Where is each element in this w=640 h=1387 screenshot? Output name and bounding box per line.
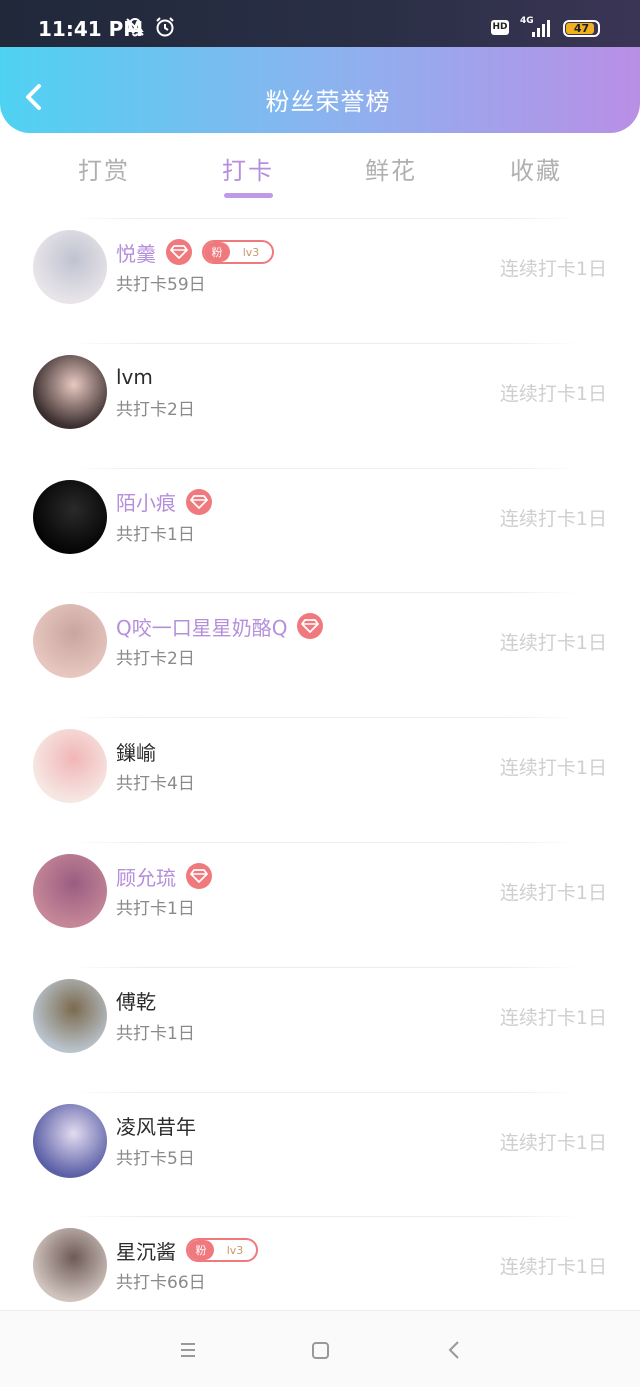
active-tab-indicator [224,193,273,198]
name-line: lvm [116,363,153,391]
fan-level-badge: 粉 lv3 [202,240,274,264]
name-line: 星沉酱粉 lv3 [116,1236,258,1264]
avatar[interactable] [33,978,107,1053]
avatar[interactable] [33,729,107,804]
row-divider [70,342,580,344]
fan-level-badge: 粉 lv3 [186,1238,258,1263]
fan-name: Q咬一口星星奶酪Q [116,615,288,640]
fan-name: 鏁崳 [116,740,156,765]
battery-icon: 47 [563,20,600,37]
checkin-streak: 连续打卡1日 [499,1256,607,1279]
name-line: 陌小痕 [116,488,212,516]
list-item[interactable]: 悦羹 粉 lv3 共打卡59日 连续打卡1日 [0,218,640,342]
avatar[interactable] [33,479,107,554]
checkin-streak: 连续打卡1日 [499,757,607,780]
diamond-icon [186,488,212,515]
checkin-streak: 连续打卡1日 [499,882,607,904]
name-line: 悦羹 粉 lv3 [116,238,274,266]
total-checkins: 共打卡1日 [116,899,195,919]
fan-name: 凌风昔年 [116,1115,196,1140]
total-checkins: 共打卡66日 [116,1273,206,1294]
fan-name: 陌小痕 [116,491,176,516]
fan-name: lvm [116,364,153,389]
list-item[interactable]: 顾允琉共打卡1日 连续打卡1日 [0,842,640,966]
alarm-icon [154,16,176,43]
diamond-icon [186,863,212,889]
diamond-icon [297,613,324,640]
list-item[interactable]: Q咬一口星星奶酪Q 共打卡2日 连续打卡1日 [0,592,640,716]
row-divider [70,218,580,219]
total-checkins: 共打卡1日 [116,1023,195,1044]
bell-off-icon [124,16,146,43]
row-divider [70,467,580,469]
row-divider [70,1216,580,1218]
list-item[interactable]: 傅乾共打卡1日 连续打卡1日 [0,966,640,1091]
diamond-icon [166,239,192,265]
avatar[interactable] [33,1228,107,1303]
checkin-streak: 连续打卡1日 [499,507,607,530]
menu-icon[interactable] [173,1335,203,1365]
checkin-streak: 连续打卡1日 [499,632,607,655]
total-checkins: 共打卡2日 [116,649,195,670]
battery-level: 47 [573,22,590,35]
page-title: 粉丝荣誉榜 [265,88,391,116]
row-divider [70,966,580,968]
back-triangle-icon[interactable] [440,1335,470,1365]
list-item[interactable]: 凌风昔年共打卡5日 连续打卡1日 [0,1091,640,1216]
avatar[interactable] [33,854,107,928]
fan-badge-level: lv3 [242,245,260,259]
fan-name: 悦羹 [116,241,156,266]
checkin-streak: 连续打卡1日 [499,1006,607,1029]
name-line: 鏁崳 [116,737,156,765]
tab-bar: 打赏 打卡 鲜花 收藏 [0,133,640,215]
status-bar: 11:41 PM HD 4G 47 [0,0,640,47]
avatar[interactable] [33,230,107,304]
hd-indicator: HD [491,20,509,35]
home-square-icon[interactable] [305,1335,335,1365]
total-checkins: 共打卡4日 [116,774,195,795]
list-item[interactable]: 鏁崳共打卡4日 连续打卡1日 [0,717,640,841]
avatar[interactable] [33,1103,107,1178]
fan-badge-label: 粉 [188,1240,214,1261]
checkin-streak: 连续打卡1日 [499,382,607,405]
tab-flowers[interactable]: 鲜花 [341,151,441,186]
avatar[interactable] [33,354,107,429]
checkin-streak: 连续打卡1日 [499,1131,607,1154]
total-checkins: 共打卡1日 [116,524,195,545]
fan-badge-level: lv3 [226,1243,244,1257]
tab-checkin[interactable]: 打卡 [198,151,298,186]
signal-icon [530,19,552,37]
list-item[interactable]: 陌小痕共打卡1日 连续打卡1日 [0,467,640,592]
name-line: 凌风昔年 [116,1112,196,1140]
row-divider [70,717,580,719]
checkin-streak: 连续打卡1日 [499,258,607,280]
row-divider [70,592,580,594]
fan-name: 星沉酱 [116,1239,176,1264]
total-checkins: 共打卡2日 [116,399,195,420]
total-checkins: 共打卡5日 [116,1148,195,1169]
fan-name: 顾允琉 [116,865,176,890]
tab-reward[interactable]: 打赏 [54,151,154,186]
total-checkins: 共打卡59日 [116,275,206,295]
row-divider [70,842,580,843]
tab-favorites[interactable]: 收藏 [486,151,586,186]
fan-name: 傅乾 [116,990,156,1015]
system-nav-bar [0,1310,640,1387]
fan-badge-label: 粉 [204,242,230,262]
name-line: 傅乾 [116,987,156,1015]
avatar[interactable] [33,604,107,679]
name-line: Q咬一口星星奶酪Q [116,612,324,640]
name-line: 顾允琉 [116,862,212,890]
row-divider [70,1091,580,1093]
list-item[interactable]: lvm 共打卡2日 连续打卡1日 [0,342,640,467]
